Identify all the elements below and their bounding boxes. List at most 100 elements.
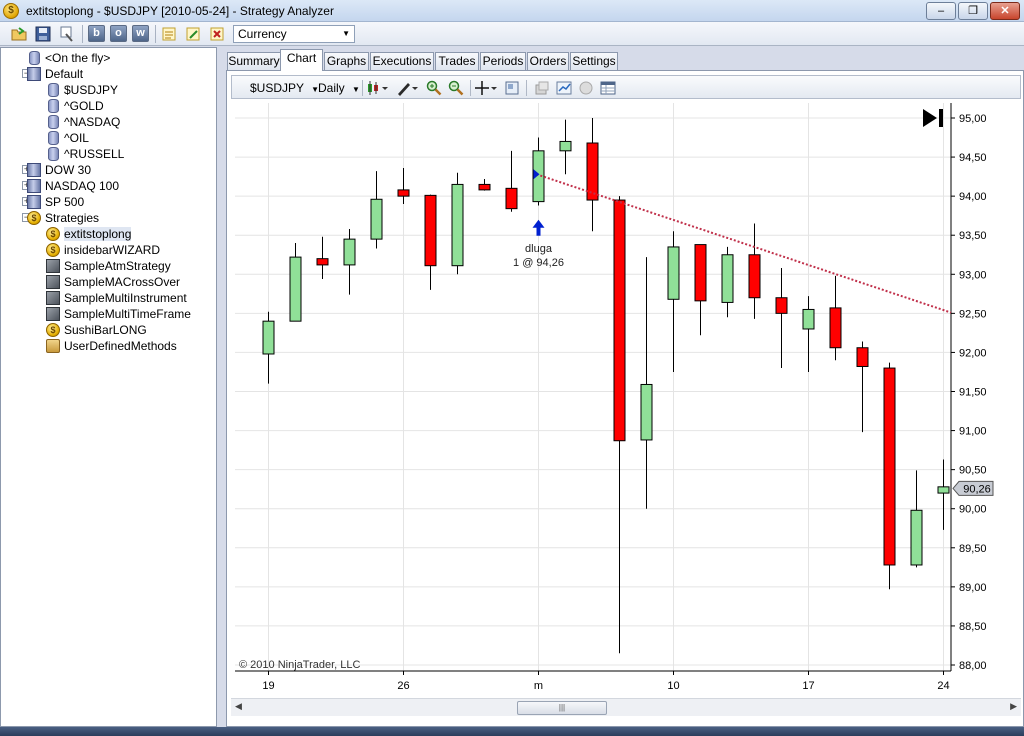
database-group-icon xyxy=(27,195,41,209)
database-group-icon xyxy=(27,179,41,193)
tree-item[interactable]: SampleMultiTimeFrame xyxy=(46,306,191,322)
zoom-out-icon[interactable] xyxy=(448,80,464,96)
x-tick-label: 17 xyxy=(802,680,814,692)
toolbar-separator xyxy=(362,80,363,96)
down-candle xyxy=(613,199,626,442)
tab-summary[interactable]: Summary xyxy=(227,52,281,70)
stop-trendline xyxy=(536,173,952,314)
windows-taskbar xyxy=(0,727,1024,736)
tree-item[interactable]: $ SushiBarLONG xyxy=(46,322,147,338)
y-tick-label: 90,50 xyxy=(959,465,987,477)
open-folder-icon[interactable] xyxy=(10,25,28,43)
scroll-left-arrow-icon[interactable]: ◀ xyxy=(235,701,242,712)
database-icon xyxy=(48,99,59,113)
tree-item[interactable]: SampleMultiInstrument xyxy=(46,290,187,306)
tree-item-label: ^OIL xyxy=(64,131,89,145)
down-candle xyxy=(856,347,869,367)
tree-item[interactable]: ^GOLD xyxy=(48,98,104,114)
down-candle xyxy=(478,183,491,191)
tab-orders[interactable]: Orders xyxy=(527,52,569,70)
currency-value: Currency xyxy=(238,27,287,41)
tree-item-label: ^NASDAQ xyxy=(64,115,121,129)
y-tick-label: 89,00 xyxy=(959,582,987,594)
go-to-end-icon[interactable] xyxy=(923,109,943,127)
data-box-icon[interactable] xyxy=(504,80,520,96)
instrument-dropdown[interactable]: $USDJPY ▼ xyxy=(250,80,319,98)
tree-item[interactable]: <On the fly> xyxy=(29,50,110,66)
y-tick-label: 88,00 xyxy=(959,660,987,672)
price-chart[interactable]: 95,00 94,50 94,00 93,50 93,00 92,50 92,00 91,50… xyxy=(231,103,1021,698)
period-dropdown[interactable]: Daily ▼ xyxy=(318,80,360,98)
toolbar-separator xyxy=(470,80,471,96)
scrollbar-thumb[interactable]: ||| xyxy=(517,701,607,715)
strategies-chart-icon[interactable] xyxy=(556,80,572,96)
candlestick-chart[interactable]: 95,00 94,50 94,00 93,50 93,00 92,50 92,00 91,50… xyxy=(231,103,1021,698)
strategy-new-icon[interactable] xyxy=(160,25,178,43)
tab-bar: Summary Chart Graphs Executions Trades P… xyxy=(226,47,1024,71)
buy-arrow-icon xyxy=(532,219,545,236)
database-group-icon xyxy=(27,67,41,81)
tree-item-label: Strategies xyxy=(45,211,100,225)
tree-item[interactable]: UserDefinedMethods xyxy=(46,338,177,354)
down-candle xyxy=(397,189,410,197)
disabled-circle-icon[interactable] xyxy=(578,80,594,96)
tree-item-label: ^GOLD xyxy=(64,99,104,113)
chart-toolbar: $USDJPY ▼ Daily ▼ xyxy=(231,75,1021,99)
tree-item[interactable]: ^OIL xyxy=(48,130,89,146)
database-icon xyxy=(48,131,59,145)
tab-graphs[interactable]: Graphs xyxy=(324,52,369,70)
tree-item[interactable]: $USDJPY xyxy=(48,82,118,98)
drawing-tools-icon[interactable] xyxy=(396,80,422,96)
y-tick-label: 89,50 xyxy=(959,543,987,555)
b-button[interactable]: b xyxy=(88,25,105,42)
tab-periods[interactable]: Periods xyxy=(480,52,526,70)
currency-dropdown[interactable]: Currency ▼ xyxy=(233,25,355,43)
minimize-button[interactable]: – xyxy=(926,2,956,20)
w-button[interactable]: w xyxy=(132,25,149,42)
tree-item-label: SampleAtmStrategy xyxy=(64,259,171,273)
tree-item[interactable]: ^RUSSELL xyxy=(48,146,124,162)
instrument-strategy-tree[interactable]: <On the fly>−Default$USDJPY ^GOLD ^NASDAQ ^… xyxy=(0,47,217,727)
tree-item[interactable]: −$Strategies xyxy=(22,210,100,226)
tree-item[interactable]: ^NASDAQ xyxy=(48,114,121,130)
tree-item[interactable]: +SP 500 xyxy=(22,194,84,210)
properties-icon[interactable] xyxy=(58,25,76,43)
indicators-icon[interactable] xyxy=(534,80,550,96)
zoom-in-icon[interactable] xyxy=(426,80,442,96)
tree-item[interactable]: +NASDAQ 100 xyxy=(22,178,119,194)
instrument-value: $USDJPY xyxy=(250,81,304,95)
tree-item-label: SampleMultiInstrument xyxy=(64,291,187,305)
panel-splitter[interactable] xyxy=(217,47,224,727)
toolbar-separator xyxy=(526,80,527,96)
up-candle xyxy=(910,509,923,566)
properties-grid-icon[interactable] xyxy=(600,80,616,96)
tab-settings[interactable]: Settings xyxy=(570,52,618,70)
crosshair-icon[interactable] xyxy=(474,80,500,96)
chart-style-icon[interactable] xyxy=(366,80,392,96)
down-candle xyxy=(829,307,842,349)
strategy-edit-icon[interactable] xyxy=(184,25,202,43)
tab-chart[interactable]: Chart xyxy=(280,49,323,71)
y-tick-label: 90,00 xyxy=(959,504,987,516)
tree-item[interactable]: −Default xyxy=(22,66,83,82)
tree-item[interactable]: $ insidebarWIZARD xyxy=(46,242,160,258)
o-button[interactable]: o xyxy=(110,25,127,42)
trade-fill-label: 1 @ 94,26 xyxy=(513,257,564,269)
database-icon xyxy=(48,83,59,97)
y-tick-label: 95,00 xyxy=(959,113,987,125)
close-button[interactable]: ✕ xyxy=(990,2,1020,20)
trade-label: dluga xyxy=(525,243,553,255)
tree-item[interactable]: +DOW 30 xyxy=(22,162,91,178)
tree-item[interactable]: SampleMACrossOver xyxy=(46,274,180,290)
tree-item[interactable]: $ extitstoplong xyxy=(46,226,132,242)
maximize-button[interactable]: ❐ xyxy=(958,2,988,20)
strategy-remove-icon[interactable] xyxy=(208,25,226,43)
coin-icon: $ xyxy=(46,243,60,257)
tab-trades[interactable]: Trades xyxy=(435,52,479,70)
tab-executions[interactable]: Executions xyxy=(370,52,434,70)
tree-item[interactable]: SampleAtmStrategy xyxy=(46,258,171,274)
save-icon[interactable] xyxy=(34,25,52,43)
scroll-right-arrow-icon[interactable]: ▶ xyxy=(1010,701,1017,712)
horizontal-scrollbar[interactable]: ◀ ||| ▶ xyxy=(231,698,1021,716)
up-candle xyxy=(721,254,734,303)
